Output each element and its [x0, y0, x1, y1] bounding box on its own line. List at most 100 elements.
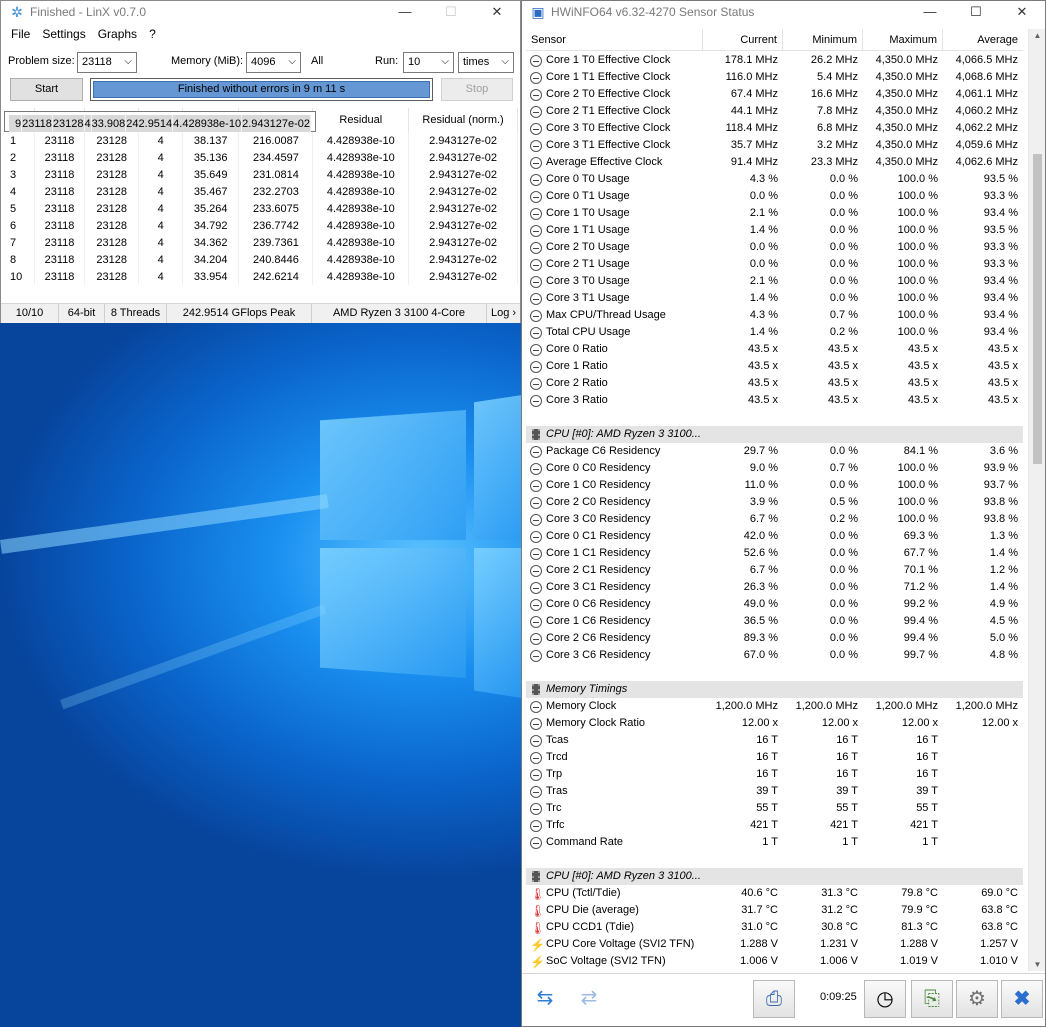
sensor-row[interactable]: Tras 39 T 39 T 39 T	[526, 783, 1023, 800]
sensor-row[interactable]: Trc 55 T 55 T 55 T	[526, 800, 1023, 817]
sensor-row[interactable]: 🌡 CPU CCD1 (Tdie) 31.0 °C 30.8 °C 81.3 °C 63.…	[526, 919, 1023, 936]
settings-icon[interactable]: ⚙	[956, 980, 998, 1018]
table-row[interactable]: 8 23118 23128 4 34.204 240.8446 4.428938e-10 2.…	[4, 251, 518, 268]
sensor-row[interactable]: Core 0 C1 Residency 42.0 % 0.0 % 69.3 % 1.3 …	[526, 528, 1023, 545]
table-row[interactable]: 3 23118 23128 4 35.649 231.0814 4.428938e-10 2.…	[4, 166, 518, 183]
col-maximum[interactable]: Maximum	[863, 29, 943, 50]
table-row[interactable]: 6 23118 23128 4 34.792 236.7742 4.428938e-10 2.…	[4, 217, 518, 234]
sensor-row[interactable]: Core 3 T1 Effective Clock 35.7 MHz 3.2 MHz…	[526, 137, 1023, 154]
sensor-row[interactable]: Total CPU Usage 1.4 % 0.2 % 100.0 % 93.4 %	[526, 324, 1023, 341]
sensor-row[interactable]	[526, 409, 1023, 426]
sensor-row[interactable]: Core 3 Ratio 43.5 x 43.5 x 43.5 x 43.5 x	[526, 392, 1023, 409]
sensor-row[interactable]: Core 2 T0 Usage 0.0 % 0.0 % 100.0 % 93.3 %	[526, 239, 1023, 256]
col-average[interactable]: Average	[943, 29, 1023, 50]
table-cell: 35.264	[182, 200, 240, 217]
col-current[interactable]: Current	[703, 29, 783, 50]
sensor-row[interactable]: Core 1 T0 Usage 2.1 % 0.0 % 100.0 % 93.4 %	[526, 205, 1023, 222]
sensor-row[interactable]: Core 1 C1 Residency 52.6 % 0.0 % 67.7 % 1.4 …	[526, 545, 1023, 562]
vertical-scrollbar[interactable]: ▲ ▼	[1028, 29, 1045, 971]
clock-icon[interactable]: ◷	[864, 980, 906, 1018]
sensor-row[interactable]: Trp 16 T 16 T 16 T	[526, 766, 1023, 783]
sensor-group-header[interactable]: CPU [#0]: AMD Ryzen 3 3100...	[526, 426, 1023, 443]
sensor-name-cell: CPU [#0]: AMD Ryzen 3 3100...	[526, 868, 1023, 885]
table-row[interactable]: 4 23118 23128 4 35.467 232.2703 4.428938e-10 2.…	[4, 183, 518, 200]
sensor-row[interactable]: Core 2 C1 Residency 6.7 % 0.0 % 70.1 % 1.2 %	[526, 562, 1023, 579]
sensor-row[interactable]: Core 1 Ratio 43.5 x 43.5 x 43.5 x 43.5 x	[526, 358, 1023, 375]
sensor-row[interactable]: Core 2 C0 Residency 3.9 % 0.5 % 100.0 % 93.8…	[526, 494, 1023, 511]
table-row[interactable]: 1 23118 23128 4 38.137 216.0087 4.428938e-10 2.…	[4, 132, 518, 149]
sensor-row[interactable]: Core 2 T1 Usage 0.0 % 0.0 % 100.0 % 93.3 %	[526, 256, 1023, 273]
sensor-row[interactable]: Core 1 T1 Effective Clock 116.0 MHz 5.4 MH…	[526, 69, 1023, 86]
sensor-row[interactable]: Core 2 Ratio 43.5 x 43.5 x 43.5 x 43.5 x	[526, 375, 1023, 392]
sensor-group-header[interactable]: CPU [#0]: AMD Ryzen 3 3100...	[526, 868, 1023, 885]
sensor-row[interactable]: 🌡 CPU Die (average) 31.7 °C 31.2 °C 79.9 °C 6…	[526, 902, 1023, 919]
col-minimum[interactable]: Minimum	[783, 29, 863, 50]
minimize-button[interactable]: —	[907, 1, 953, 23]
col-header[interactable]: Residual (norm.)	[408, 108, 518, 132]
sensor-row[interactable]	[526, 851, 1023, 868]
maximize-button[interactable]: ☐	[953, 1, 999, 23]
menu-file[interactable]: File	[5, 27, 36, 41]
sensor-row[interactable]: Core 1 C6 Residency 36.5 % 0.0 % 99.4 % 4.5 …	[526, 613, 1023, 630]
sensor-row[interactable]: Core 0 T0 Usage 4.3 % 0.0 % 100.0 % 93.5 %	[526, 171, 1023, 188]
sensor-row[interactable]: Package C6 Residency 29.7 % 0.0 % 84.1 % 3.6…	[526, 443, 1023, 460]
sensor-row[interactable]: 🌡 CPU (Tctl/Tdie) 40.6 °C 31.3 °C 79.8 °C 69.…	[526, 885, 1023, 902]
sensor-row[interactable]: Core 0 C0 Residency 9.0 % 0.7 % 100.0 % 93.9…	[526, 460, 1023, 477]
table-row[interactable]: 9 23118 23128 4 33.908 242.9514 4.428938e-10 2.…	[4, 111, 316, 132]
sensor-row[interactable]: Core 1 C0 Residency 11.0 % 0.0 % 100.0 % 93.…	[526, 477, 1023, 494]
sensor-row[interactable]: Core 3 C1 Residency 26.3 % 0.0 % 71.2 % 1.4 …	[526, 579, 1023, 596]
sensor-row[interactable]: Core 0 Ratio 43.5 x 43.5 x 43.5 x 43.5 x	[526, 341, 1023, 358]
menu-settings[interactable]: Settings	[36, 27, 91, 41]
col-header[interactable]: Residual	[312, 108, 410, 132]
sensor-row[interactable]: Core 0 C6 Residency 49.0 % 0.0 % 99.2 % 4.9 …	[526, 596, 1023, 613]
run-unit-select[interactable]: times ⌵	[458, 52, 514, 73]
sensor-row[interactable]: Core 3 C0 Residency 6.7 % 0.2 % 100.0 % 93.8…	[526, 511, 1023, 528]
sensor-row[interactable]: Core 3 T0 Effective Clock 118.4 MHz 6.8 MH…	[526, 120, 1023, 137]
nav-arrows-icon[interactable]: ⇄	[568, 980, 610, 1018]
sensor-row[interactable]: Core 0 T1 Usage 0.0 % 0.0 % 100.0 % 93.3 %	[526, 188, 1023, 205]
sensor-row[interactable]: Average Effective Clock 91.4 MHz 23.3 MHz 4…	[526, 154, 1023, 171]
sensor-row[interactable]: Trcd 16 T 16 T 16 T	[526, 749, 1023, 766]
sensor-row[interactable]: Core 1 T0 Effective Clock 178.1 MHz 26.2 M…	[526, 52, 1023, 69]
all-label[interactable]: All	[311, 55, 323, 67]
sensor-row[interactable]: Tcas 16 T 16 T 16 T	[526, 732, 1023, 749]
log-button[interactable]: Log ›	[487, 304, 520, 323]
menu-graphs[interactable]: Graphs	[92, 27, 143, 41]
sensor-row[interactable]: Core 1 T1 Usage 1.4 % 0.0 % 100.0 % 93.5 %	[526, 222, 1023, 239]
memory-select[interactable]: 4096 ⌵	[246, 52, 301, 73]
table-row[interactable]: 7 23118 23128 4 34.362 239.7361 4.428938e-10 2.…	[4, 234, 518, 251]
close-x-icon[interactable]: ✖	[1001, 980, 1043, 1018]
scroll-thumb[interactable]	[1033, 154, 1042, 464]
network-icon[interactable]: ⎙	[753, 980, 795, 1018]
sensor-row[interactable]: Trfc 421 T 421 T 421 T	[526, 817, 1023, 834]
sensor-group-header[interactable]: Memory Timings	[526, 681, 1023, 698]
close-button[interactable]: ✕	[474, 1, 520, 23]
nav-left-right-icon[interactable]: ⇆	[524, 980, 566, 1018]
table-row[interactable]: 2 23118 23128 4 35.136 234.4597 4.428938e-10 2.…	[4, 149, 518, 166]
sensor-row[interactable]: Core 2 C6 Residency 89.3 % 0.0 % 99.4 % 5.0 …	[526, 630, 1023, 647]
sensor-row[interactable]: Max CPU/Thread Usage 4.3 % 0.7 % 100.0 % 93.…	[526, 307, 1023, 324]
sensor-row[interactable]: Core 2 T1 Effective Clock 44.1 MHz 7.8 MHz…	[526, 103, 1023, 120]
sensor-row[interactable]: ⚡ CPU Core Voltage (SVI2 TFN) 1.288 V 1.231…	[526, 936, 1023, 953]
start-button[interactable]: Start	[10, 78, 83, 101]
sensor-row[interactable]: Command Rate 1 T 1 T 1 T	[526, 834, 1023, 851]
sensor-row[interactable]: Core 2 T0 Effective Clock 67.4 MHz 16.6 MH…	[526, 86, 1023, 103]
problem-size-select[interactable]: 23118 ⌵	[77, 52, 137, 73]
sensor-row[interactable]: Core 3 C6 Residency 67.0 % 0.0 % 99.7 % 4.8 …	[526, 647, 1023, 664]
menu-help[interactable]: ?	[143, 27, 162, 41]
scroll-up-icon[interactable]: ▲	[1029, 31, 1046, 40]
run-count-select[interactable]: 10 ⌵	[403, 52, 454, 73]
sensor-row[interactable]: ⚡ SoC Voltage (SVI2 TFN) 1.006 V 1.006 V 1.0…	[526, 953, 1023, 970]
report-icon[interactable]: ⎘	[911, 980, 953, 1018]
sensor-row[interactable]: Memory Clock Ratio 12.00 x 12.00 x 12.00 x 1…	[526, 715, 1023, 732]
sensor-row[interactable]: Core 3 T1 Usage 1.4 % 0.0 % 100.0 % 93.4 %	[526, 290, 1023, 307]
scroll-down-icon[interactable]: ▼	[1029, 960, 1046, 969]
sensor-row[interactable]: Memory Clock 1,200.0 MHz 1,200.0 MHz 1,200.…	[526, 698, 1023, 715]
table-row[interactable]: 10 23118 23128 4 33.954 242.6214 4.428938e-10 2…	[4, 268, 518, 285]
close-button[interactable]: ✕	[999, 1, 1045, 23]
col-sensor[interactable]: Sensor	[526, 29, 703, 50]
table-row[interactable]: 5 23118 23128 4 35.264 233.6075 4.428938e-10 2.…	[4, 200, 518, 217]
sensor-row[interactable]: Core 3 T0 Usage 2.1 % 0.0 % 100.0 % 93.4 %	[526, 273, 1023, 290]
sensor-row[interactable]	[526, 664, 1023, 681]
minimize-button[interactable]: —	[382, 1, 428, 23]
